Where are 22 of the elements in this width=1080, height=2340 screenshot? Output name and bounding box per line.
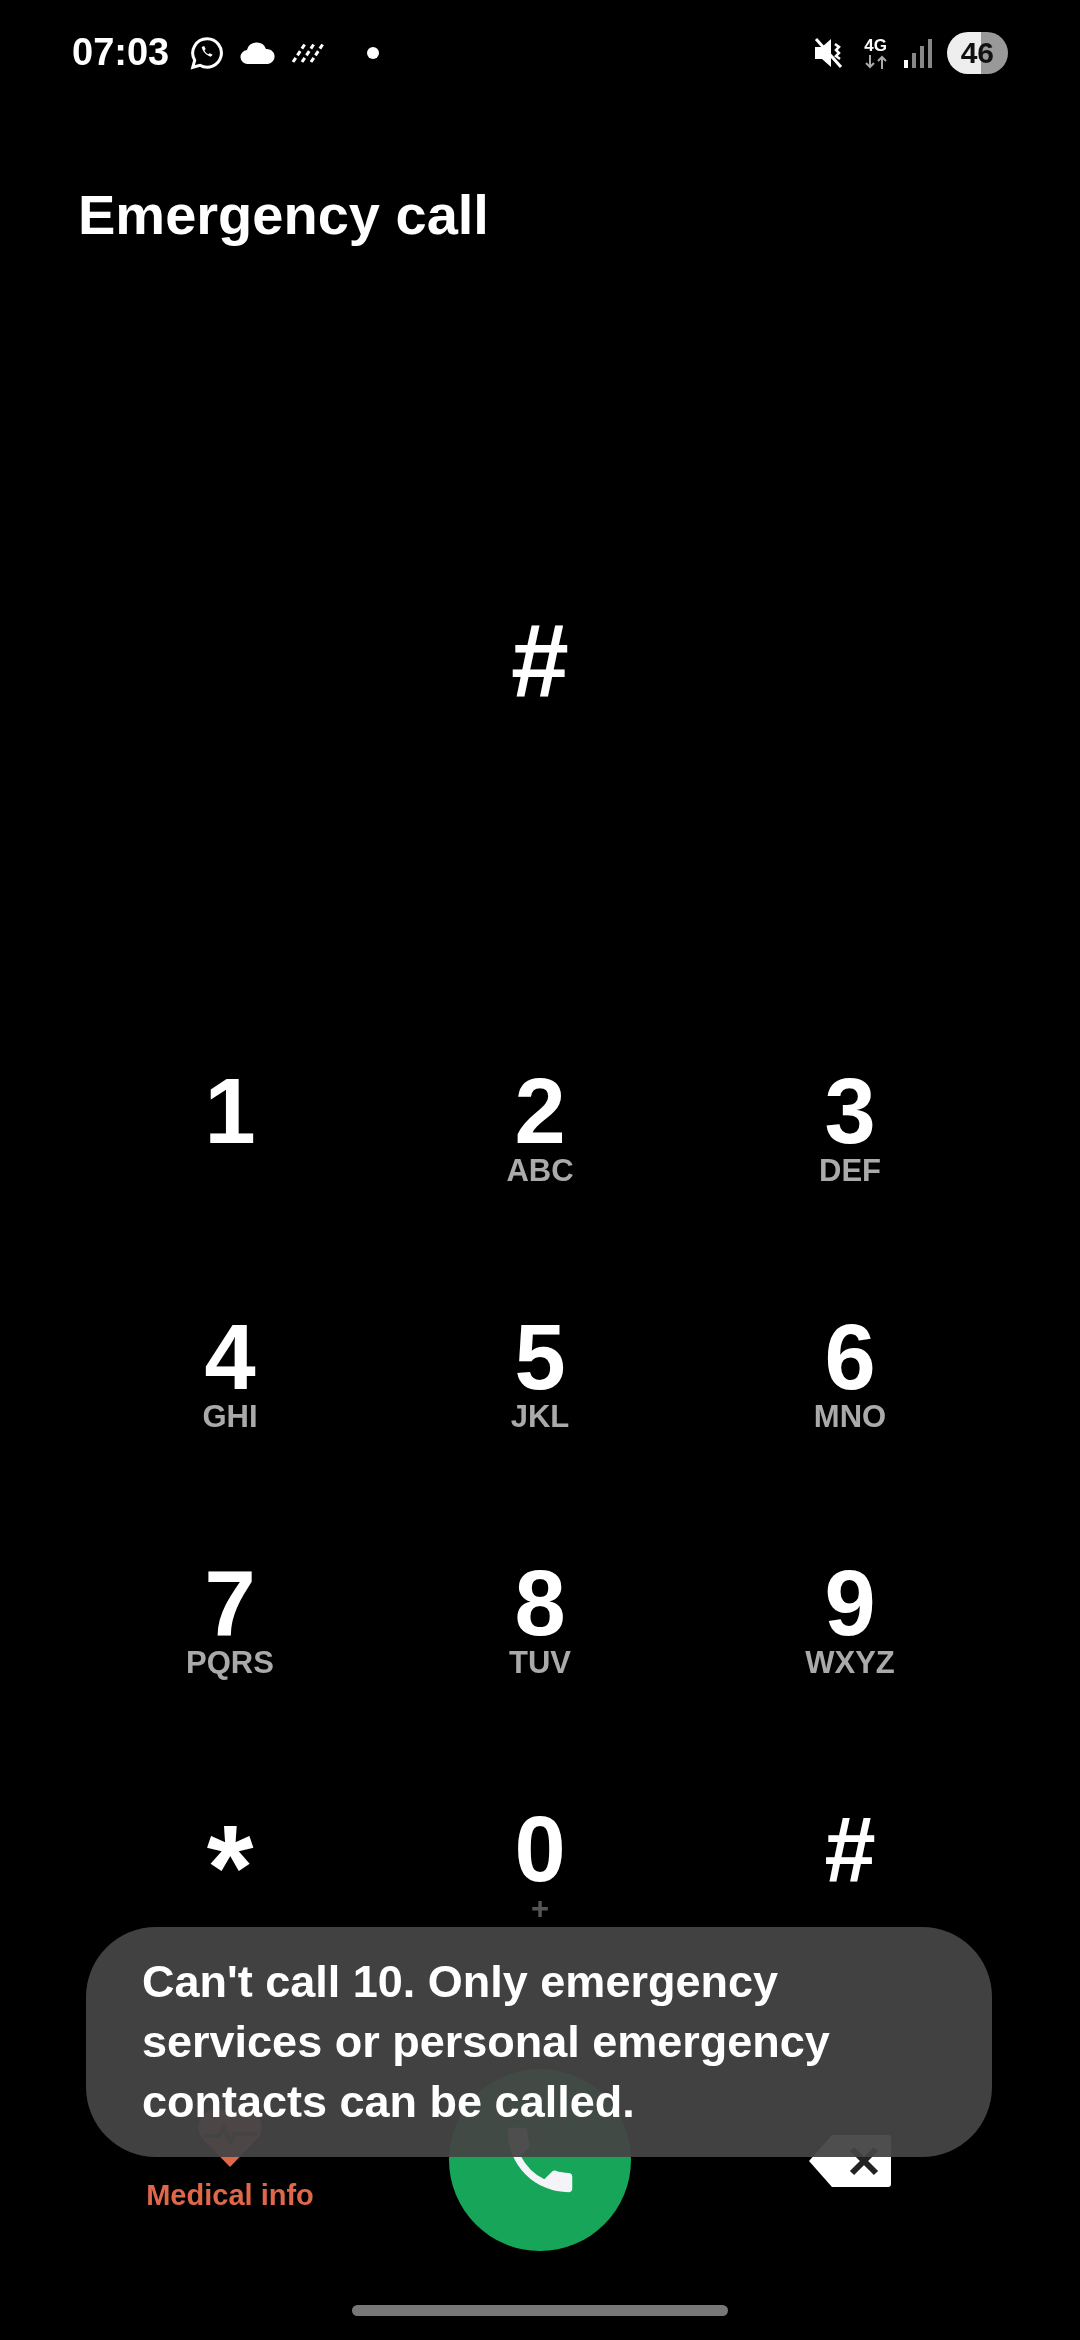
status-time: 07:03 [72,31,170,74]
dial-key[interactable]: # [695,1789,1005,1895]
dot-icon [367,46,380,59]
dial-key[interactable]: 6 MNO [695,1297,1005,1431]
dialed-number: # [511,600,569,720]
dial-key[interactable]: 3 DEF [695,1051,1005,1185]
diagonal-lines-icon [291,41,326,64]
battery-indicator: 46 [946,31,1008,74]
network-type: 4G [864,36,887,55]
dial-key[interactable]: 2 ABC [385,1051,695,1185]
data-arrows-icon [862,54,889,69]
toast-text: Can't call 10. Only emergency services or personal emergency contacts can be called. [142,1955,831,2129]
dial-key[interactable]: 5 JKL [385,1297,695,1431]
chat-bubble-icon [189,34,226,71]
dial-key[interactable]: 0 + [385,1789,695,1923]
dial-key[interactable]: 1 [75,1051,385,1157]
signal-icon [902,37,933,68]
dial-key[interactable]: * [75,1789,385,1895]
dial-key[interactable]: 4 GHI [75,1297,385,1431]
dial-key[interactable]: 9 WXYZ [695,1543,1005,1677]
screen-title: Emergency call [78,182,490,248]
dial-key[interactable]: 8 TUV [385,1543,695,1677]
